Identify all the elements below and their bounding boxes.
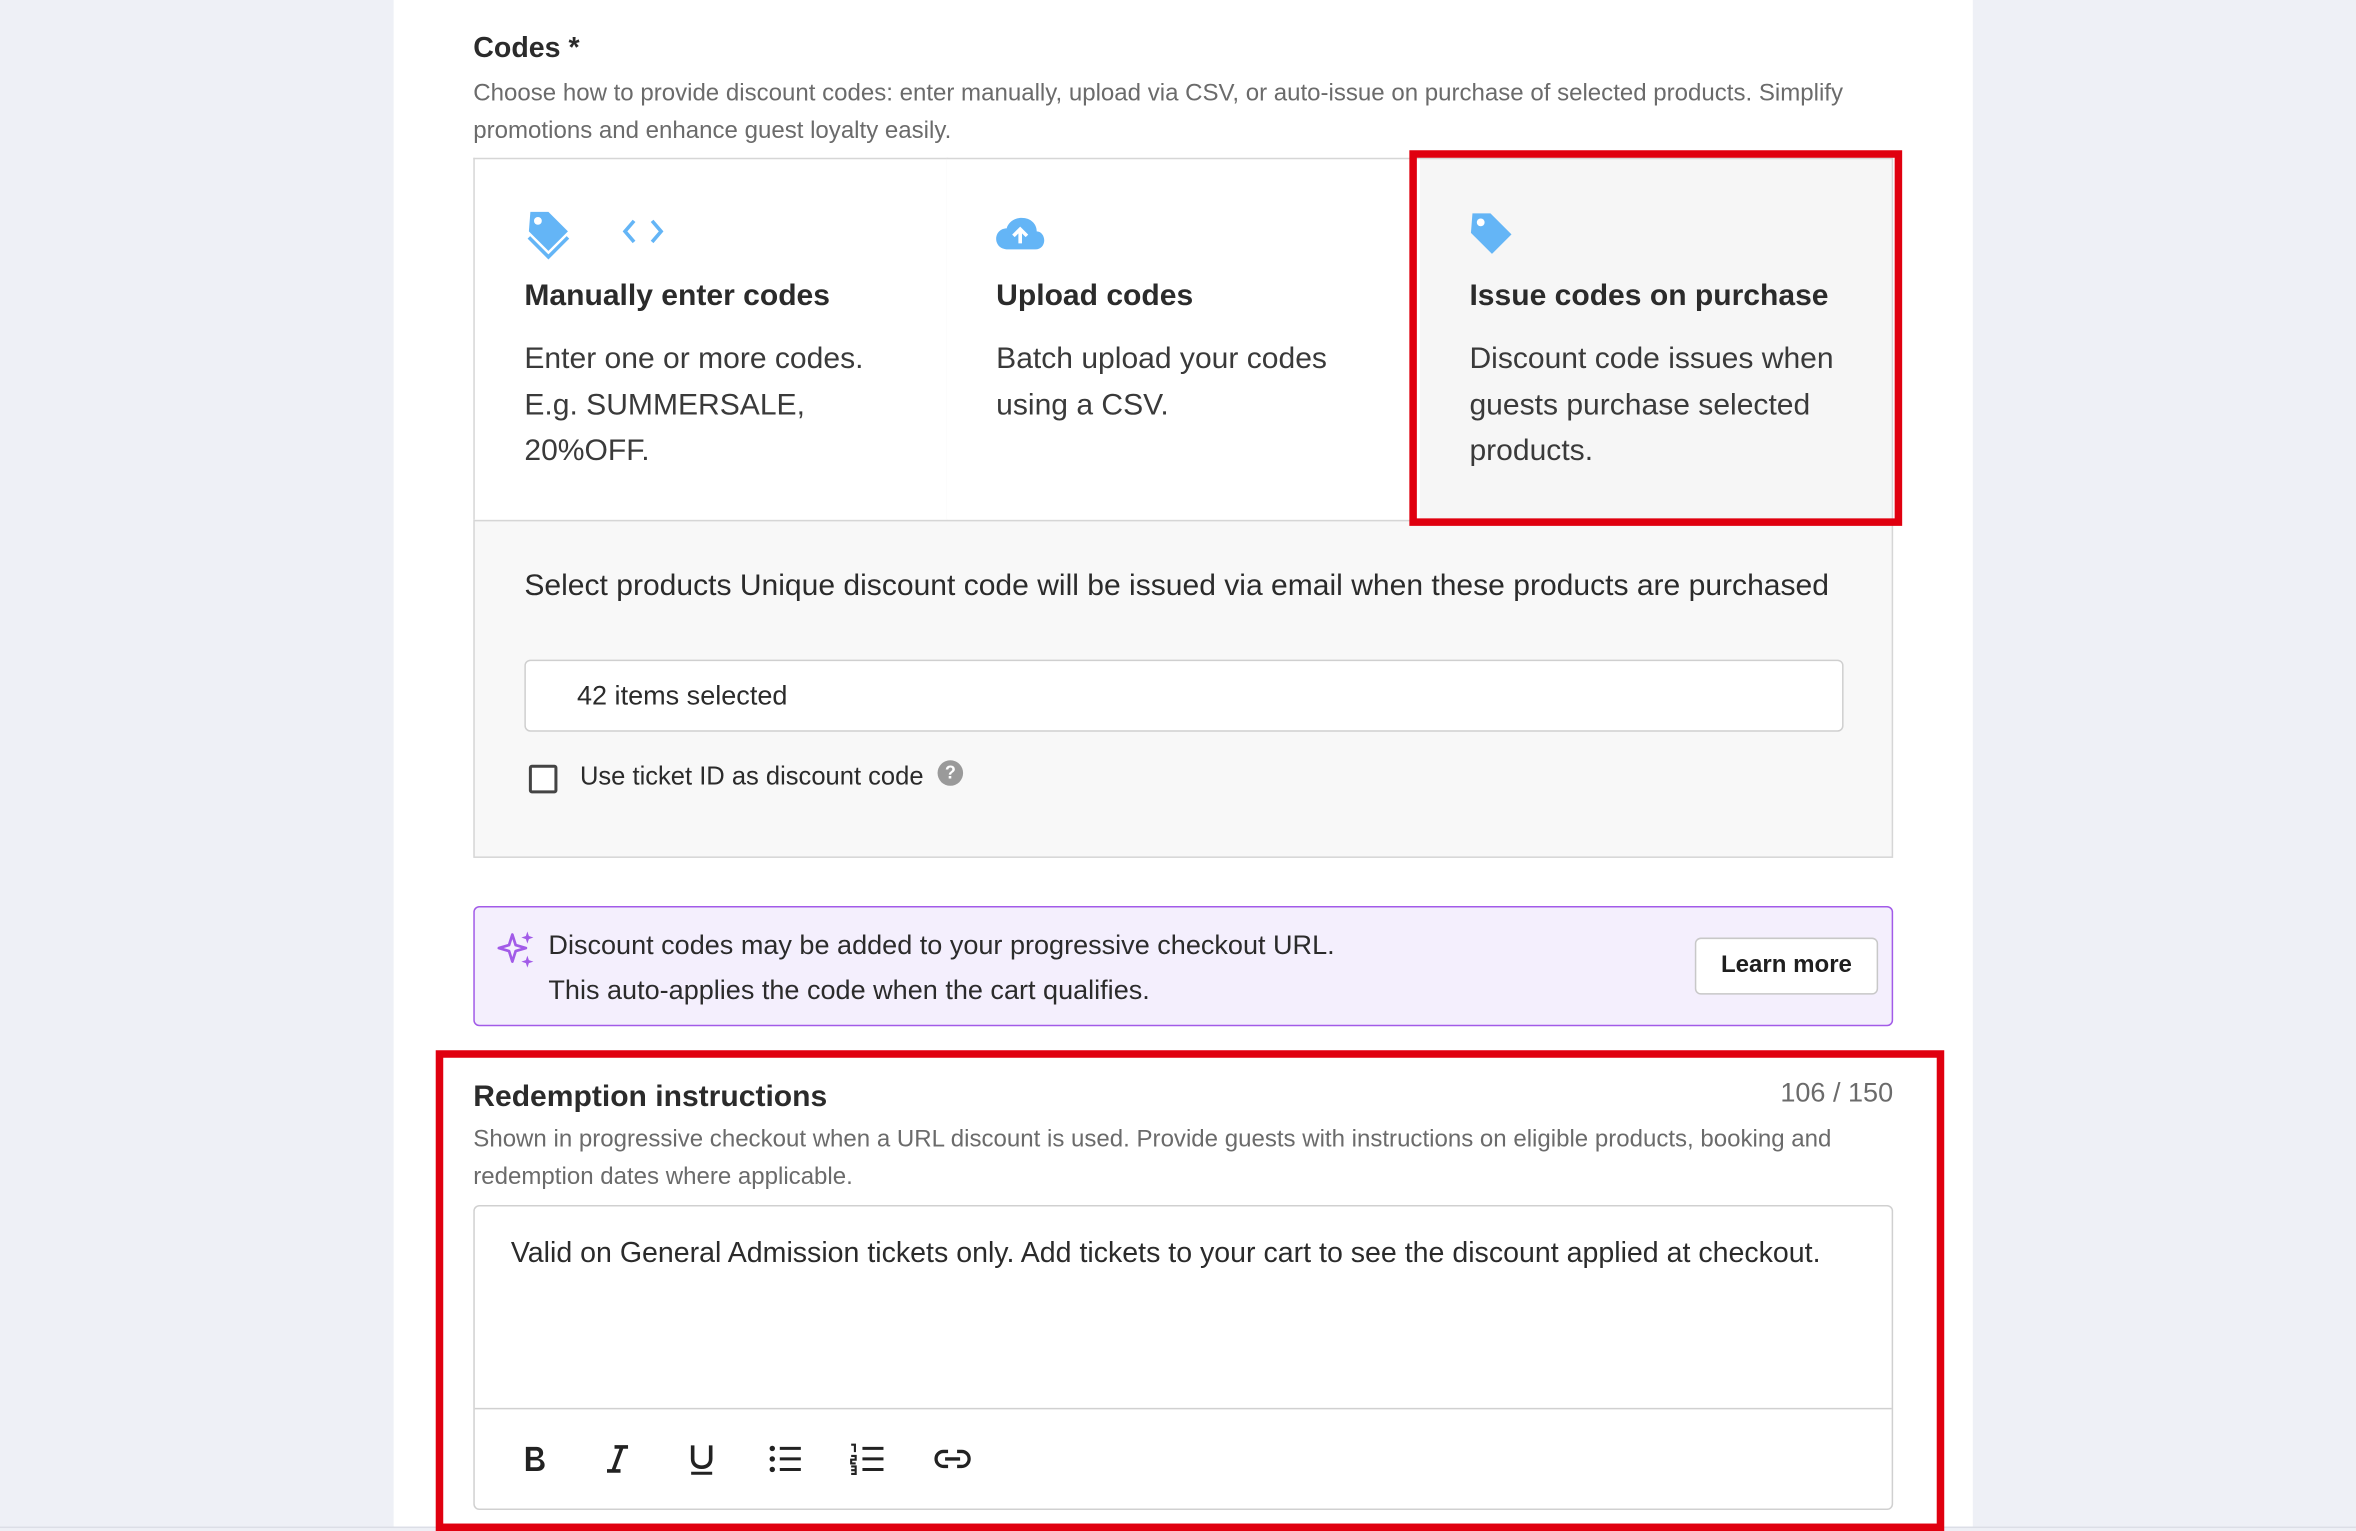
codes-description: Choose how to provide discount codes: en… [473, 81, 1844, 145]
option-description: Enter one or more codes. E.g. SUMMERSALE… [524, 342, 864, 468]
page-canvas: Codes * Choose how to provide discount c… [0, 0, 2356, 1531]
select-products-section: Select products Unique discount code wil… [473, 519, 1894, 858]
ticket-id-checkbox[interactable] [528, 764, 558, 794]
checkbox-label: Use ticket ID as discount code [579, 761, 924, 791]
tag-icon [524, 209, 572, 268]
checkout-url-banner: Discount codes may be added to your prog… [473, 906, 1894, 1027]
help-icon[interactable]: ? [937, 760, 964, 786]
option-description: Batch upload your codes using a CSV. [996, 342, 1327, 422]
option-manual-codes[interactable]: Manually enter codes Enter one or more c… [473, 157, 949, 520]
highlight-box [1409, 150, 1903, 526]
sparkle-icon [496, 929, 538, 979]
code-icon [621, 216, 666, 254]
products-select-input[interactable]: 42 items selected [524, 659, 1844, 732]
option-title: Upload codes [996, 279, 1194, 313]
select-products-label: Select products Unique discount code wil… [524, 569, 1829, 603]
option-upload-codes[interactable]: Upload codes Batch upload your codes usi… [946, 157, 1422, 520]
codes-title: Codes * [473, 33, 580, 65]
banner-text: Discount codes may be added to your prog… [548, 930, 1335, 961]
highlight-box [435, 1050, 1945, 1531]
learn-more-button[interactable]: Learn more [1694, 937, 1879, 995]
banner-text: This auto-applies the code when the cart… [548, 975, 1150, 1006]
cloud-upload-icon [995, 216, 1046, 260]
option-title: Manually enter codes [524, 279, 830, 313]
